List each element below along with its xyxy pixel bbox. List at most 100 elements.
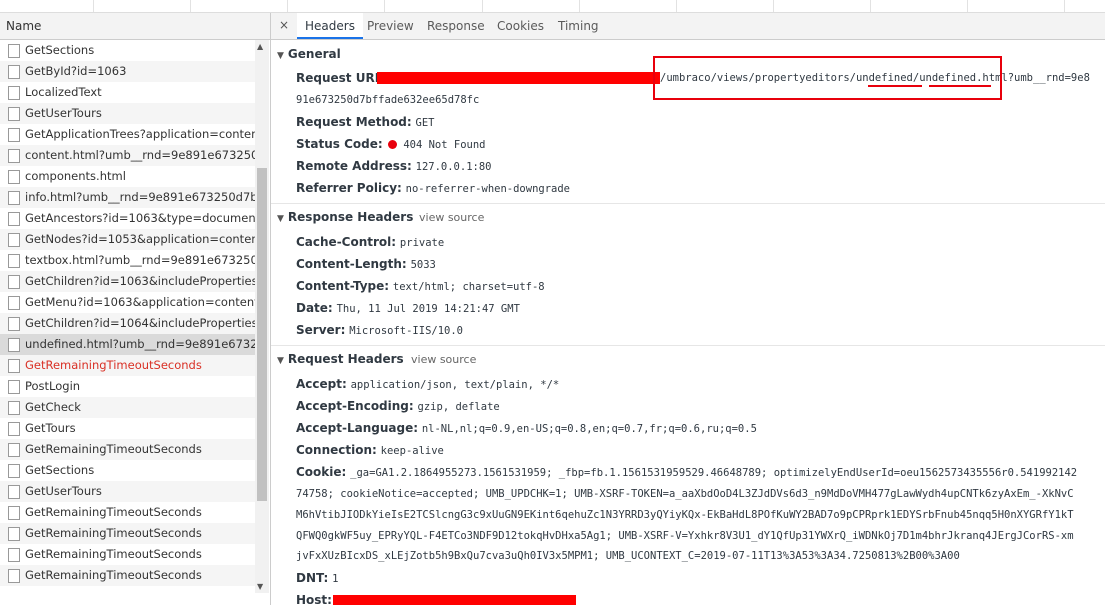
request-row[interactable]: GetTours xyxy=(0,418,255,439)
response-headers-title: Response Headers xyxy=(287,210,414,224)
response-header-name: Content-Type: xyxy=(296,279,390,293)
request-name: PostLogin xyxy=(25,379,81,393)
request-name: info.html?umb__rnd=9e891e673250d7bffac xyxy=(25,190,255,204)
request-row[interactable]: content.html?umb__rnd=9e891e673250d7b xyxy=(0,145,255,166)
file-icon xyxy=(8,212,20,226)
response-header-row: Server: Microsoft-IIS/10.0 xyxy=(296,323,463,337)
section-divider xyxy=(271,203,1105,204)
accept-row: Accept: application/json, text/plain, */… xyxy=(296,377,559,391)
request-row[interactable]: LocalizedText xyxy=(0,82,255,103)
tab-preview[interactable]: Preview xyxy=(359,13,422,39)
cookie-value-line: jvFxXUzBIcxDS_xLEjZotb5h9BxQu7cva3uQh0IV… xyxy=(296,550,960,562)
request-name: GetTours xyxy=(25,421,76,435)
request-row[interactable]: GetMenu?id=1063&application=content&t xyxy=(0,292,255,313)
response-view-source-link[interactable]: view source xyxy=(419,211,484,224)
response-header-name: Date: xyxy=(296,301,333,315)
close-icon[interactable]: × xyxy=(279,18,289,32)
file-icon xyxy=(8,443,20,457)
request-name: GetChildren?id=1064&includeProperties=& xyxy=(25,316,255,330)
response-header-value: text/html; charset=utf-8 xyxy=(392,281,545,293)
request-row[interactable]: GetAncestors?id=1063&type=document&c xyxy=(0,208,255,229)
request-row[interactable]: GetRemainingTimeoutSeconds xyxy=(0,544,255,565)
accept-encoding-label: Accept-Encoding: xyxy=(296,399,414,413)
scroll-up-icon[interactable]: ▲ xyxy=(257,42,263,51)
scroll-down-icon[interactable]: ▼ xyxy=(257,582,263,591)
request-row[interactable]: GetCheck xyxy=(0,397,255,418)
remote-address-label: Remote Address: xyxy=(296,159,412,173)
file-icon xyxy=(8,401,20,415)
accept-encoding-value: gzip, deflate xyxy=(417,401,500,413)
file-icon xyxy=(8,485,20,499)
tab-response[interactable]: Response xyxy=(419,13,493,39)
file-icon xyxy=(8,86,20,100)
request-row[interactable]: info.html?umb__rnd=9e891e673250d7bffac xyxy=(0,187,255,208)
request-row[interactable]: GetUserTours xyxy=(0,481,255,502)
file-icon xyxy=(8,548,20,562)
request-name: GetRemainingTimeoutSeconds xyxy=(25,358,202,372)
request-row[interactable]: GetSections xyxy=(0,40,255,61)
accept-value: application/json, text/plain, */* xyxy=(350,379,560,391)
file-icon xyxy=(8,191,20,205)
request-list-scrollbar[interactable]: ▲ ▼ xyxy=(255,40,269,593)
file-icon xyxy=(8,359,20,373)
general-section-toggle[interactable]: ▼ General xyxy=(277,47,341,61)
cookie-row: Cookie: _ga=GA1.2.1864955273.1561531959;… xyxy=(296,465,1077,479)
response-headers-toggle[interactable]: ▼ Response Headers xyxy=(277,210,413,224)
request-name: GetApplicationTrees?application=content& xyxy=(25,127,255,141)
request-row[interactable]: GetSections xyxy=(0,460,255,481)
referrer-policy-label: Referrer Policy: xyxy=(296,181,402,195)
request-row[interactable]: GetRemainingTimeoutSeconds xyxy=(0,355,255,376)
file-icon xyxy=(8,128,20,142)
request-row[interactable]: GetNodes?id=1053&application=content& xyxy=(0,229,255,250)
tab-cookies[interactable]: Cookies xyxy=(489,13,552,39)
request-row[interactable]: GetRemainingTimeoutSeconds xyxy=(0,523,255,544)
response-header-value: Thu, 11 Jul 2019 14:21:47 GMT xyxy=(336,303,520,315)
request-name: GetUserTours xyxy=(25,484,102,498)
request-name: GetMenu?id=1063&application=content&t xyxy=(25,295,255,309)
request-row[interactable]: GetRemainingTimeoutSeconds xyxy=(0,439,255,460)
cookie-value-line: 74758; cookieNotice=accepted; UMB_UPDCHK… xyxy=(296,488,1074,500)
request-name: GetSections xyxy=(25,463,95,477)
response-header-name: Cache-Control: xyxy=(296,235,397,249)
file-icon xyxy=(8,275,20,289)
request-headers-toggle[interactable]: ▼ Request Headers xyxy=(277,352,404,366)
file-icon xyxy=(8,422,20,436)
request-name: components.html xyxy=(25,169,126,183)
request-view-source-link[interactable]: view source xyxy=(411,353,476,366)
request-name: GetRemainingTimeoutSeconds xyxy=(25,547,202,561)
request-list-panel: Name GetSections GetById?id=1063 Localized… xyxy=(0,13,271,605)
request-row[interactable]: GetUserTours xyxy=(0,103,255,124)
request-url-label: Request URL: xyxy=(296,71,388,85)
cookie-label: Cookie: xyxy=(296,465,347,479)
dnt-row: DNT: 1 xyxy=(296,571,339,585)
request-row[interactable]: undefined.html?umb__rnd=9e891e673250c xyxy=(0,334,255,355)
file-icon xyxy=(8,338,20,352)
file-icon xyxy=(8,170,20,184)
file-icon xyxy=(8,107,20,121)
request-row[interactable]: GetChildren?id=1063&includeProperties=& xyxy=(0,271,255,292)
request-row[interactable]: PostLogin xyxy=(0,376,255,397)
scrollbar-thumb[interactable] xyxy=(257,168,267,501)
request-method-value: GET xyxy=(415,117,435,129)
request-row[interactable]: GetApplicationTrees?application=content& xyxy=(0,124,255,145)
request-row[interactable]: GetById?id=1063 xyxy=(0,61,255,82)
request-row[interactable]: GetRemainingTimeoutSeconds xyxy=(0,502,255,523)
dnt-value: 1 xyxy=(332,573,339,585)
name-column-header[interactable]: Name xyxy=(0,13,270,40)
referrer-policy-value: no-referrer-when-downgrade xyxy=(405,183,571,195)
request-row[interactable]: GetChildren?id=1064&includeProperties=& xyxy=(0,313,255,334)
request-name: GetRemainingTimeoutSeconds xyxy=(25,442,202,456)
cookie-value-line: QFWQ0gkWF5uy_EPRyYQL-F4ETCo3NDF9D12tokqH… xyxy=(296,530,1074,542)
connection-value: keep-alive xyxy=(380,445,444,457)
request-url-continuation: 91e673250d7bffade632ee65d78fc xyxy=(296,94,480,106)
file-icon xyxy=(8,296,20,310)
request-row[interactable]: GetRemainingTimeoutSeconds xyxy=(0,565,255,586)
tab-timing[interactable]: Timing xyxy=(550,13,607,39)
accept-encoding-row: Accept-Encoding: gzip, deflate xyxy=(296,399,500,413)
request-row[interactable]: components.html xyxy=(0,166,255,187)
connection-row: Connection: keep-alive xyxy=(296,443,444,457)
tab-headers[interactable]: Headers xyxy=(297,13,363,39)
accept-language-label: Accept-Language: xyxy=(296,421,419,435)
annotation-highlight-box xyxy=(653,56,1002,100)
request-row[interactable]: textbox.html?umb__rnd=9e891e673250d7b xyxy=(0,250,255,271)
